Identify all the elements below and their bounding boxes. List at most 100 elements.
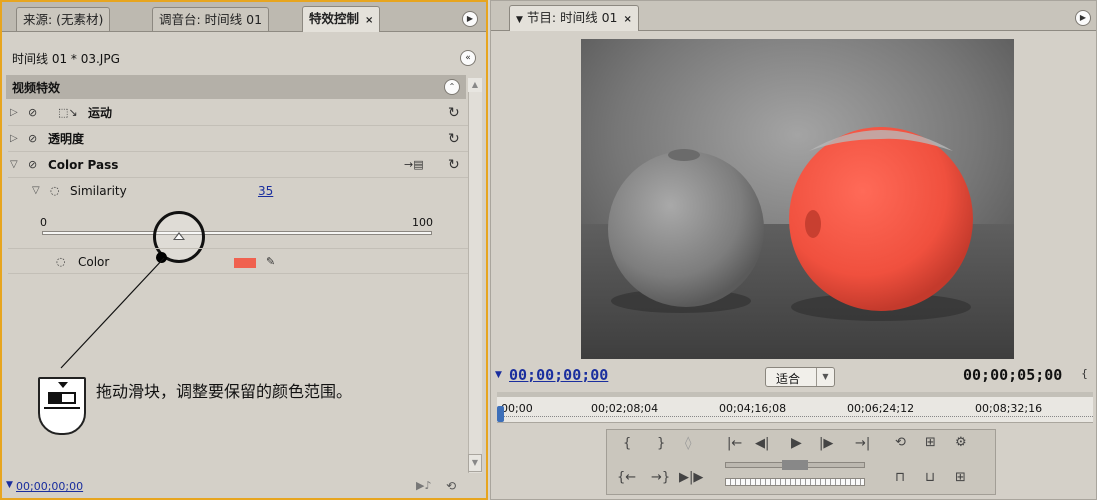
similarity-label: Similarity <box>70 184 127 198</box>
tab-program[interactable]: ▼ 节目: 时间线 01 × <box>509 5 639 31</box>
timecode-bar: ▼ 00;00;00;00 适合 ▼ 00;00;05;00 { <box>491 361 1096 391</box>
tab-effect-controls[interactable]: 特效控制 × <box>302 6 381 32</box>
expand-triangle-icon[interactable]: ▷ <box>10 126 18 152</box>
reset-icon[interactable]: ↻ <box>448 100 460 126</box>
duration-timecode: 00;00;05;00 <box>963 366 1063 384</box>
tab-effect-controls-label: 特效控制 <box>309 11 360 26</box>
lift-icon[interactable]: ⊓ <box>895 470 905 485</box>
color-swatch[interactable] <box>234 258 256 268</box>
loop-icon[interactable]: ⟲ <box>446 479 456 493</box>
loop-icon[interactable]: ⟲ <box>895 435 906 450</box>
effect-row-color-pass[interactable]: ▽ ⊘ Color Pass →▤ ↻ <box>8 152 478 178</box>
param-row-color: ◌ Color ✎ <box>8 248 478 274</box>
effect-label-opacity: 透明度 <box>48 132 85 146</box>
stopwatch-icon[interactable]: ◌ <box>56 249 66 275</box>
tab-close-icon[interactable]: × <box>365 15 373 26</box>
similarity-slider-thumb[interactable] <box>172 232 185 240</box>
go-to-out-icon[interactable]: →| <box>855 436 870 451</box>
left-tab-bar: 来源: (无素材) 调音台: 时间线 01 特效控制 × ▶ <box>2 2 486 32</box>
ruler-tick-label: 00;06;24;12 <box>847 402 915 415</box>
expand-triangle-icon[interactable]: ▷ <box>10 100 18 126</box>
tab-source-label: 来源: (无素材) <box>23 12 104 27</box>
color-label: Color <box>78 255 110 269</box>
mark-out-icon[interactable]: } <box>657 436 665 451</box>
param-row-similarity: ▽ ◌ Similarity 35 <box>8 178 478 204</box>
playhead-marker-icon: ▼ <box>495 370 502 380</box>
right-tab-bar: ▼ 节目: 时间线 01 × ▶ <box>491 1 1096 31</box>
motion-transform-icon: ⬚↘ <box>58 106 78 119</box>
effect-row-opacity[interactable]: ▷ ⊘ 透明度 ↻ <box>8 126 478 152</box>
set-marker-icon[interactable]: ◊ <box>685 436 691 451</box>
program-monitor-panel: ▼ 节目: 时间线 01 × ▶ ▼ 00;00;00;00 适合 ▼ 00;0… <box>490 0 1097 500</box>
reset-icon[interactable]: ↻ <box>448 126 460 152</box>
ruler-tick-label: 00;00 <box>501 402 533 415</box>
dropdown-arrow-icon[interactable]: ▼ <box>816 368 834 386</box>
effect-controls-panel: 来源: (无素材) 调音台: 时间线 01 特效控制 × ▶ 时间线 01 * 0… <box>0 0 488 500</box>
slider-max-label: 100 <box>412 216 433 229</box>
tab-program-label: 节目: 时间线 01 <box>526 10 618 25</box>
go-to-prev-edit-icon[interactable]: {← <box>617 470 636 485</box>
current-timecode[interactable]: 00;00;00;00 <box>509 366 608 384</box>
output-icon[interactable]: ⚙ <box>955 435 967 450</box>
ruler-ticks <box>497 416 1093 420</box>
transport-controls: { } ◊ |← ◀| ▶ |▶ →| ⟲ ⊞ ⚙ {← →} ▶|▶ ⊓ ⊔ … <box>606 429 996 495</box>
trim-icon[interactable]: ⊞ <box>955 470 966 485</box>
audio-play-icon[interactable]: ▶♪ <box>416 479 431 492</box>
preview-image <box>581 39 1014 359</box>
effect-row-motion[interactable]: ▷ ⊘ ⬚↘ 运动 ↻ <box>8 100 478 126</box>
video-effects-header: 视频特效 ⌃ <box>6 75 466 99</box>
effect-label-color-pass: Color Pass <box>48 158 119 172</box>
tab-source[interactable]: 来源: (无素材) <box>16 7 111 31</box>
eyedropper-icon[interactable]: ✎ <box>266 249 275 275</box>
scroll-down-arrow-icon[interactable]: ▼ <box>468 454 482 472</box>
tab-audio-mixer-label: 调音台: 时间线 01 <box>159 12 263 27</box>
collapse-triangle-icon[interactable]: ▽ <box>10 152 18 178</box>
scrollbar[interactable] <box>468 78 482 473</box>
tab-audio-mixer[interactable]: 调音台: 时间线 01 <box>152 7 270 31</box>
safe-margins-icon[interactable]: ⊞ <box>925 435 936 450</box>
playhead-marker-icon: ▼ <box>6 480 13 490</box>
step-back-icon[interactable]: ◀| <box>755 436 769 451</box>
time-ruler[interactable]: 00;00 00;02;08;04 00;04;16;08 00;06;24;1… <box>497 392 1093 423</box>
extract-icon[interactable]: ⊔ <box>925 470 935 485</box>
similarity-slider-track[interactable] <box>42 231 432 235</box>
jog-wheel[interactable] <box>725 478 865 486</box>
zoom-bar[interactable] <box>497 392 1093 397</box>
ruler-tick-label: 00;08;32;16 <box>975 402 1043 415</box>
fx-toggle-icon[interactable]: ⊘ <box>28 126 37 152</box>
collapse-triangle-icon[interactable]: ▽ <box>32 178 40 204</box>
tab-close-icon[interactable]: × <box>624 14 632 25</box>
effect-timecode[interactable]: 00;00;00;00 <box>16 480 83 493</box>
similarity-value[interactable]: 35 <box>258 178 273 204</box>
bracket-icon: { <box>1081 367 1088 380</box>
reset-icon[interactable]: ↻ <box>448 152 460 178</box>
fx-toggle-icon[interactable]: ⊘ <box>28 100 37 126</box>
go-to-in-icon[interactable]: |← <box>727 436 742 451</box>
shuttle-thumb[interactable] <box>782 460 808 470</box>
fit-dropdown[interactable]: 适合 ▼ <box>765 367 835 387</box>
collapse-section-icon[interactable]: ⌃ <box>444 79 460 95</box>
play-icon[interactable]: ▶ <box>791 435 802 451</box>
program-viewer[interactable] <box>581 39 1014 359</box>
tab-menu-arrow-icon[interactable]: ▼ <box>516 15 523 25</box>
annotation-text: 拖动滑块，调整要保留的颜色范围。 <box>96 382 353 401</box>
collapse-panel-icon[interactable]: « <box>460 50 476 66</box>
fit-label: 适合 <box>776 372 801 386</box>
panel-menu-icon[interactable]: ▶ <box>462 11 478 27</box>
effect-label-motion: 运动 <box>88 106 113 120</box>
ruler-tick-label: 00;04;16;08 <box>719 402 787 415</box>
scroll-up-arrow-icon[interactable]: ▲ <box>468 78 482 92</box>
clip-title: 时间线 01 * 03.JPG <box>12 52 120 66</box>
effect-settings-icon[interactable]: →▤ <box>404 152 424 178</box>
fx-toggle-icon[interactable]: ⊘ <box>28 152 37 178</box>
go-to-next-edit-icon[interactable]: →} <box>651 470 670 485</box>
step-forward-icon[interactable]: |▶ <box>819 436 833 451</box>
left-bottom-bar: ▼ 00;00;00;00 ▶♪ ⟲ <box>6 478 484 498</box>
playhead[interactable] <box>497 406 504 422</box>
mark-in-icon[interactable]: { <box>623 436 631 451</box>
play-in-to-out-icon[interactable]: ▶|▶ <box>679 470 703 485</box>
shuttle-slider[interactable] <box>725 460 865 470</box>
video-effects-label: 视频特效 <box>12 81 61 95</box>
stopwatch-icon[interactable]: ◌ <box>50 178 60 204</box>
panel-menu-icon[interactable]: ▶ <box>1075 10 1091 26</box>
